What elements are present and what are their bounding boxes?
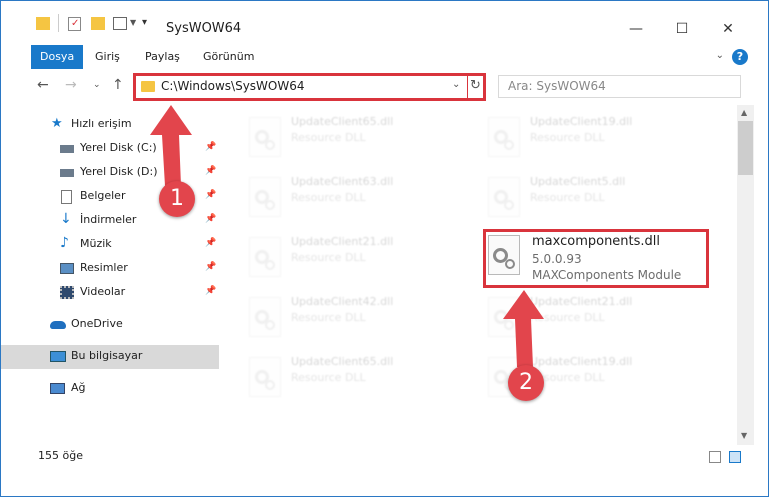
step-1-badge: 1 [159,181,195,217]
explorer-window: ✓ ▼ ▾ SysWOW64 — ☐ ✕ Dosya Giriş Paylaş … [0,0,769,497]
annotation-arrows [150,105,544,367]
arrow-2 [503,290,544,367]
step-2-badge: 2 [508,365,544,401]
arrow-1 [150,105,192,186]
